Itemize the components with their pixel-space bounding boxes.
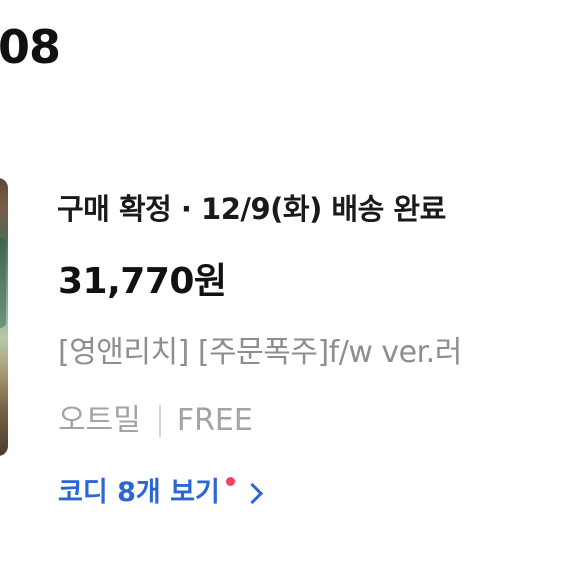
product-thumbnail[interactable] bbox=[0, 178, 8, 456]
notification-dot-icon bbox=[225, 476, 235, 486]
order-date-header: 08 bbox=[0, 20, 61, 74]
order-status: 구매 확정 · 12/9(화) 배송 완료 bbox=[57, 192, 446, 226]
order-price: 31,770원 bbox=[58, 261, 227, 302]
product-name[interactable]: [영앤리치] [주문폭주]f/w ver.러 bbox=[58, 335, 562, 371]
option-color: 오트밀 bbox=[58, 403, 141, 438]
order-history-page: 08 구매 확정 · 12/9(화) 배송 완료 31,770원 [영앤리치] … bbox=[0, 0, 562, 562]
chevron-right-icon bbox=[241, 482, 263, 504]
product-options: 오트밀 FREE bbox=[58, 403, 253, 439]
view-coordi-label: 코디 8개 보기 bbox=[58, 477, 220, 508]
view-coordi-link[interactable]: 코디 8개 보기 bbox=[58, 476, 263, 509]
option-size: FREE bbox=[176, 403, 253, 438]
option-divider bbox=[158, 405, 161, 437]
